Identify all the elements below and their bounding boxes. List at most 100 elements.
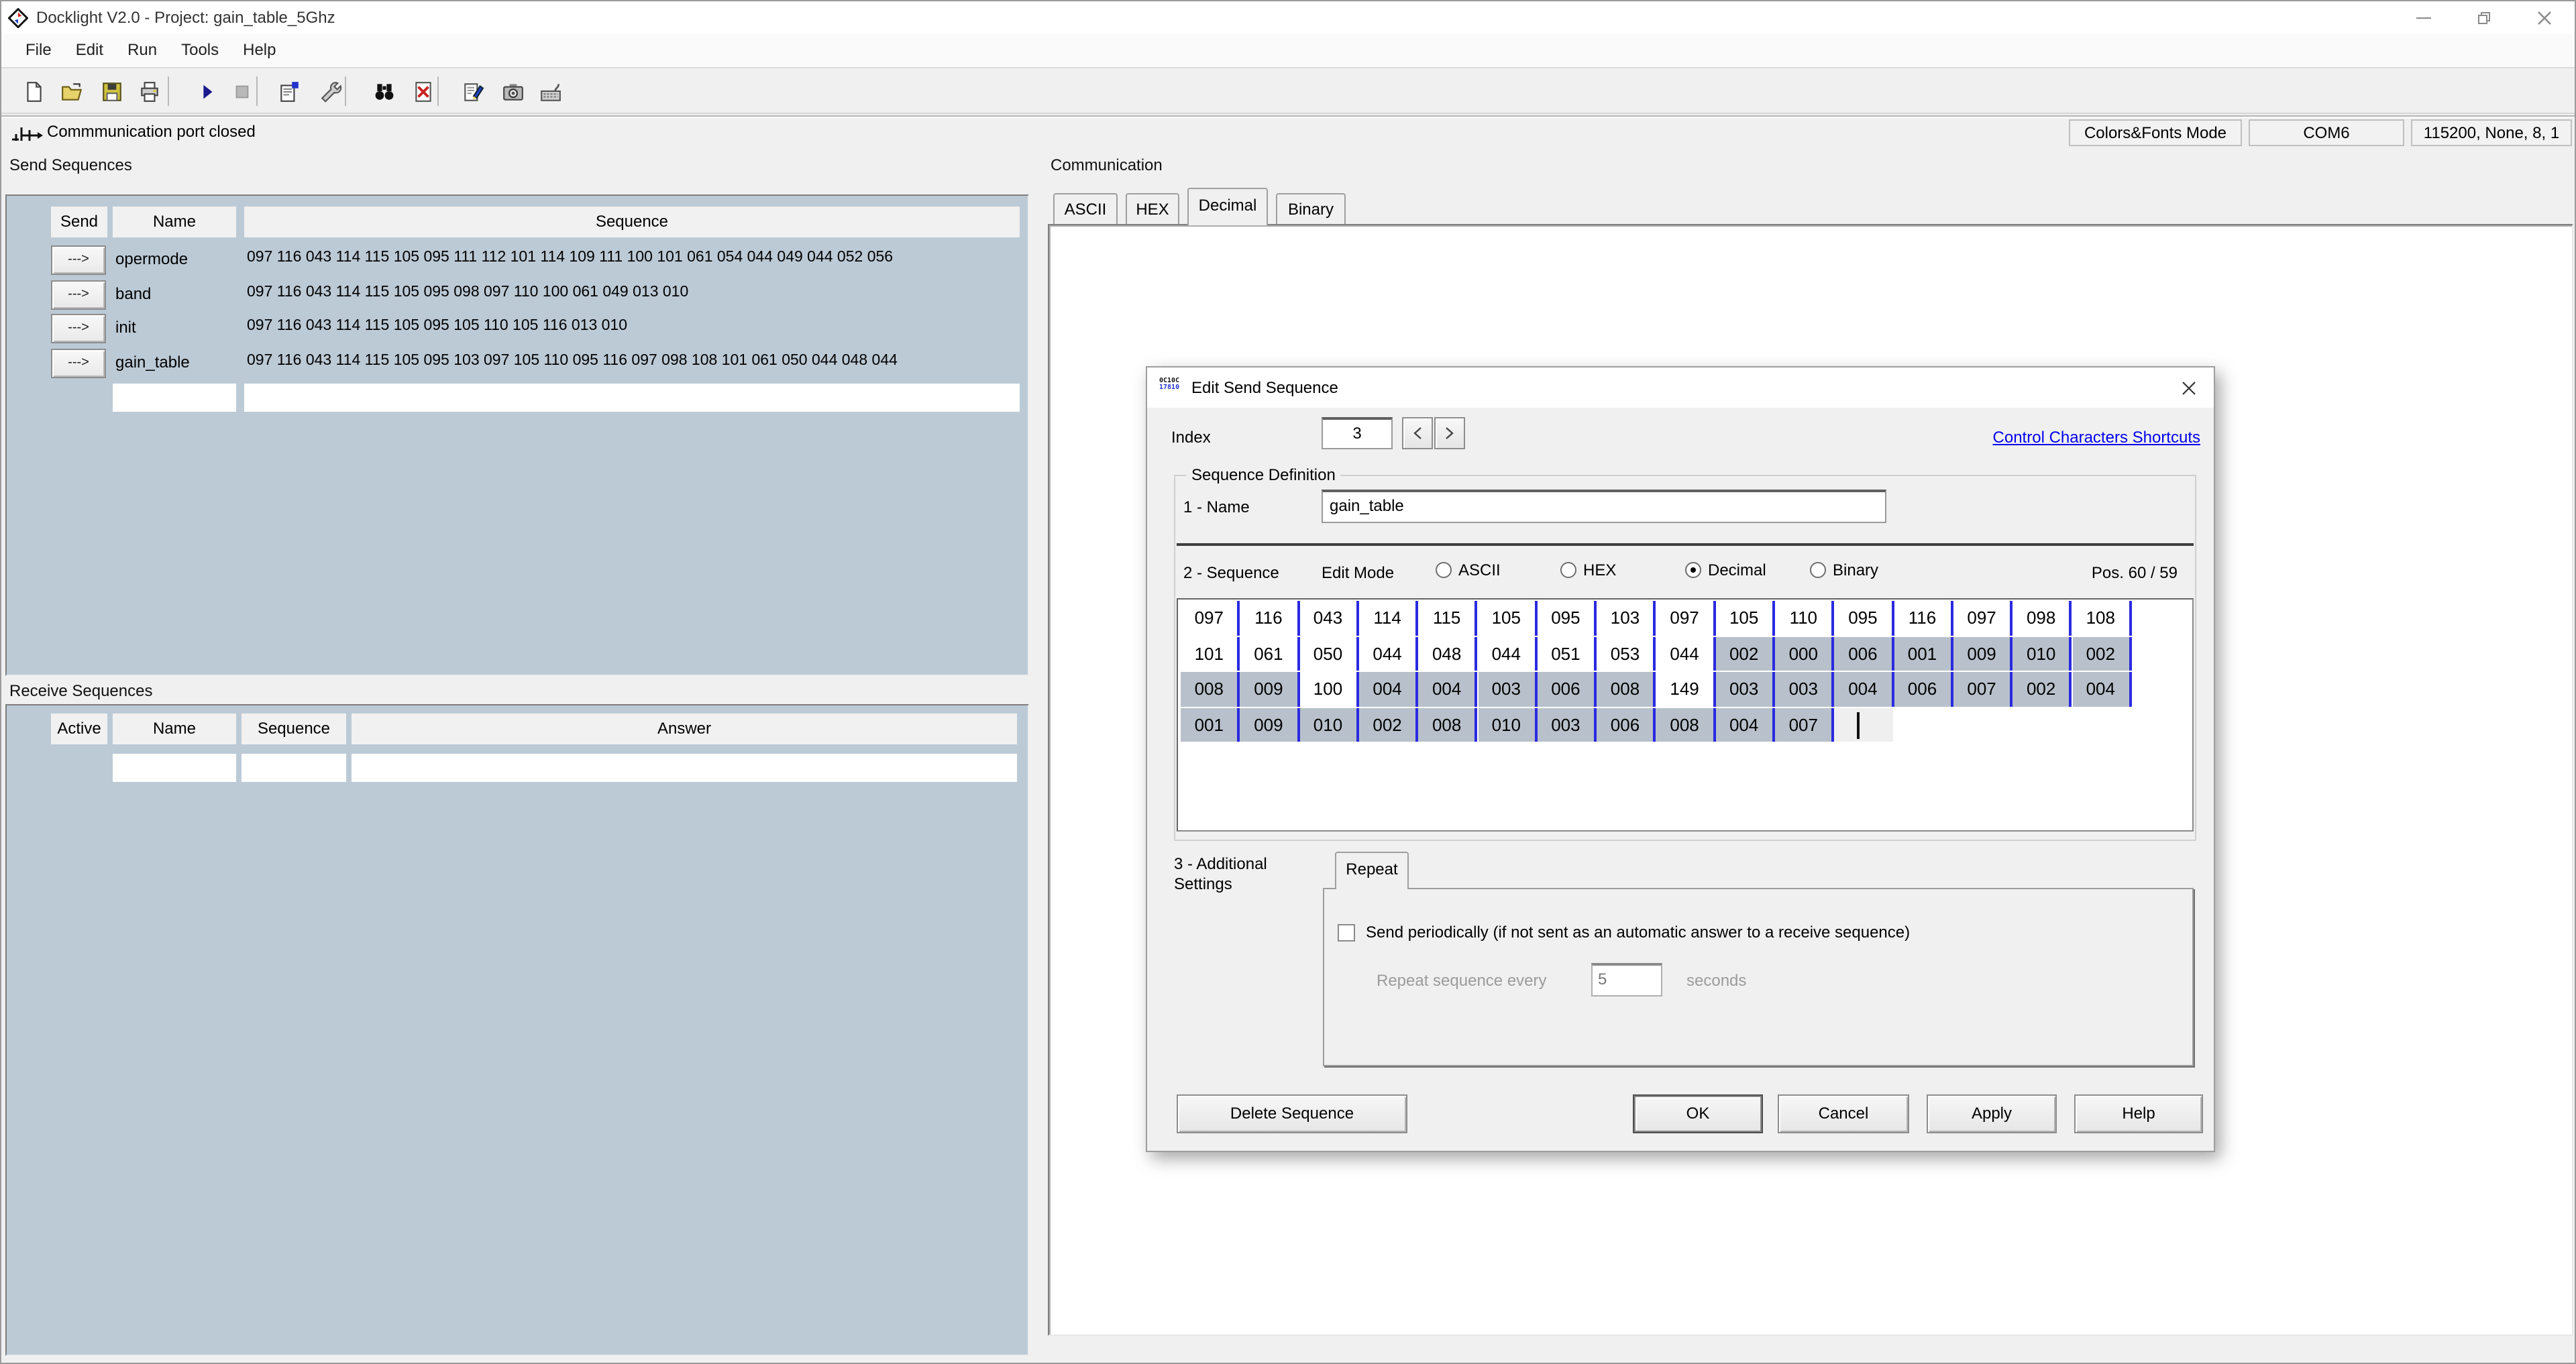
tab-repeat[interactable]: Repeat: [1335, 852, 1409, 889]
grid-cell[interactable]: 002: [1358, 707, 1419, 742]
grid-cell[interactable]: 105: [1715, 601, 1775, 635]
grid-cell[interactable]: 004: [1715, 707, 1775, 742]
grid-cell[interactable]: 043: [1299, 601, 1359, 635]
grid-cell[interactable]: 006: [1834, 636, 1894, 671]
empty-sequence-cell[interactable]: [241, 754, 346, 782]
grid-cell[interactable]: 007: [1775, 707, 1835, 742]
grid-cell[interactable]: 044: [1358, 636, 1419, 671]
grid-cell[interactable]: 001: [1181, 707, 1240, 742]
send-row-button[interactable]: --->: [51, 349, 106, 379]
grid-cell[interactable]: 004: [1834, 672, 1894, 706]
control-characters-shortcuts-link[interactable]: Control Characters Shortcuts: [1993, 428, 2200, 447]
apply-button[interactable]: Apply: [1927, 1094, 2057, 1133]
tab-binary[interactable]: Binary: [1276, 193, 1346, 224]
sequence-bytes[interactable]: 097 116 043 114 115 105 095 105 110 105 …: [247, 319, 627, 335]
edit-mode-ascii[interactable]: ASCII: [1436, 561, 1560, 579]
grid-cell[interactable]: 009: [1953, 636, 2013, 671]
restore-button[interactable]: [2454, 1, 2514, 34]
menu-run[interactable]: Run: [115, 34, 169, 67]
cursor-cell[interactable]: [1834, 707, 1894, 742]
grid-cell[interactable]: 044: [1656, 636, 1716, 671]
grid-cell[interactable]: 003: [1537, 707, 1597, 742]
grid-cell[interactable]: 000: [1775, 636, 1835, 671]
grid-cell[interactable]: 095: [1537, 601, 1597, 635]
status-colors-fonts-mode[interactable]: Colors&Fonts Mode: [2069, 119, 2242, 146]
grid-cell[interactable]: 098: [2012, 601, 2072, 635]
save-project-button[interactable]: [95, 75, 127, 109]
sequence-bytes[interactable]: 097 116 043 114 115 105 095 111 112 101 …: [247, 249, 893, 266]
cancel-button[interactable]: Cancel: [1778, 1094, 1909, 1133]
grid-cell[interactable]: 003: [1775, 672, 1835, 706]
grid-cell[interactable]: 051: [1537, 636, 1597, 671]
index-input[interactable]: 3: [1322, 417, 1393, 449]
grid-cell[interactable]: 010: [1478, 707, 1538, 742]
grid-cell[interactable]: 008: [1656, 707, 1716, 742]
menu-file[interactable]: File: [13, 34, 64, 67]
sequence-name[interactable]: gain_table: [115, 353, 190, 372]
empty-name-cell[interactable]: [113, 384, 236, 412]
edit-notes-button[interactable]: [456, 75, 488, 109]
grid-cell[interactable]: 004: [1358, 672, 1419, 706]
previous-sequence-button[interactable]: [1402, 417, 1433, 449]
grid-cell[interactable]: 097: [1181, 601, 1240, 635]
grid-cell[interactable]: 006: [1597, 707, 1656, 742]
grid-cell[interactable]: 050: [1299, 636, 1359, 671]
grid-cell[interactable]: 006: [1537, 672, 1597, 706]
ok-button[interactable]: OK: [1633, 1094, 1763, 1133]
sequence-bytes[interactable]: 097 116 043 114 115 105 095 103 097 105 …: [247, 353, 898, 369]
grid-cell[interactable]: 103: [1597, 601, 1656, 635]
grid-cell[interactable]: 101: [1181, 636, 1240, 671]
grid-cell[interactable]: 097: [1656, 601, 1716, 635]
project-settings-button[interactable]: [272, 75, 305, 109]
sequence-name-input[interactable]: gain_table: [1322, 490, 1886, 523]
clear-communication-button[interactable]: [407, 75, 439, 109]
grid-cell[interactable]: 004: [1418, 672, 1478, 706]
stop-communication-button[interactable]: [225, 75, 258, 109]
sequence-name[interactable]: init: [115, 319, 136, 337]
grid-cell[interactable]: 008: [1418, 707, 1478, 742]
grid-cell[interactable]: 002: [2072, 636, 2132, 671]
grid-cell[interactable]: 053: [1597, 636, 1656, 671]
edit-mode-binary[interactable]: Binary: [1810, 561, 1935, 579]
send-row-button[interactable]: --->: [51, 314, 106, 344]
grid-cell[interactable]: 100: [1299, 672, 1359, 706]
grid-cell[interactable]: 003: [1715, 672, 1775, 706]
grid-cell[interactable]: 116: [1894, 601, 1953, 635]
grid-cell[interactable]: 116: [1240, 601, 1300, 635]
empty-name-cell[interactable]: [113, 754, 236, 782]
grid-cell[interactable]: 008: [1597, 672, 1656, 706]
empty-sequence-cell[interactable]: [244, 384, 1020, 412]
grid-cell[interactable]: 044: [1478, 636, 1538, 671]
tab-hex[interactable]: HEX: [1126, 193, 1179, 224]
sequence-editor-grid[interactable]: 097 116 043 114 115 105 095 103 097 105 110 095 116 0…: [1177, 598, 2194, 832]
grid-cell[interactable]: 009: [1240, 707, 1300, 742]
sequence-bytes[interactable]: 097 116 043 114 115 105 095 098 097 110 …: [247, 284, 688, 300]
keyboard-console-button[interactable]: [534, 75, 566, 109]
send-periodically-checkbox[interactable]: [1338, 924, 1355, 942]
send-row-button[interactable]: --->: [51, 280, 106, 310]
grid-cell[interactable]: 001: [1894, 636, 1953, 671]
grid-cell[interactable]: 009: [1240, 672, 1300, 706]
grid-cell[interactable]: 002: [2012, 672, 2072, 706]
new-project-button[interactable]: [17, 75, 50, 109]
dialog-close-button[interactable]: [2174, 374, 2203, 401]
snapshot-button[interactable]: [496, 75, 529, 109]
find-sequence-button[interactable]: [368, 75, 400, 109]
menu-edit[interactable]: Edit: [64, 34, 115, 67]
grid-cell[interactable]: 108: [2072, 601, 2132, 635]
grid-cell[interactable]: 115: [1418, 601, 1478, 635]
grid-cell[interactable]: 003: [1478, 672, 1538, 706]
tab-decimal[interactable]: Decimal: [1187, 188, 1268, 225]
grid-cell[interactable]: 061: [1240, 636, 1300, 671]
close-button[interactable]: [2514, 1, 2575, 34]
edit-mode-decimal[interactable]: Decimal: [1685, 561, 1810, 579]
grid-cell[interactable]: 105: [1478, 601, 1538, 635]
status-port-settings[interactable]: 115200, None, 8, 1: [2411, 119, 2572, 146]
grid-cell[interactable]: 004: [2072, 672, 2132, 706]
sequence-name[interactable]: opermode: [115, 249, 188, 268]
empty-answer-cell[interactable]: [352, 754, 1017, 782]
help-button[interactable]: Help: [2074, 1094, 2203, 1133]
grid-cell[interactable]: 110: [1775, 601, 1835, 635]
minimize-button[interactable]: [2394, 1, 2454, 34]
grid-cell[interactable]: 002: [1715, 636, 1775, 671]
